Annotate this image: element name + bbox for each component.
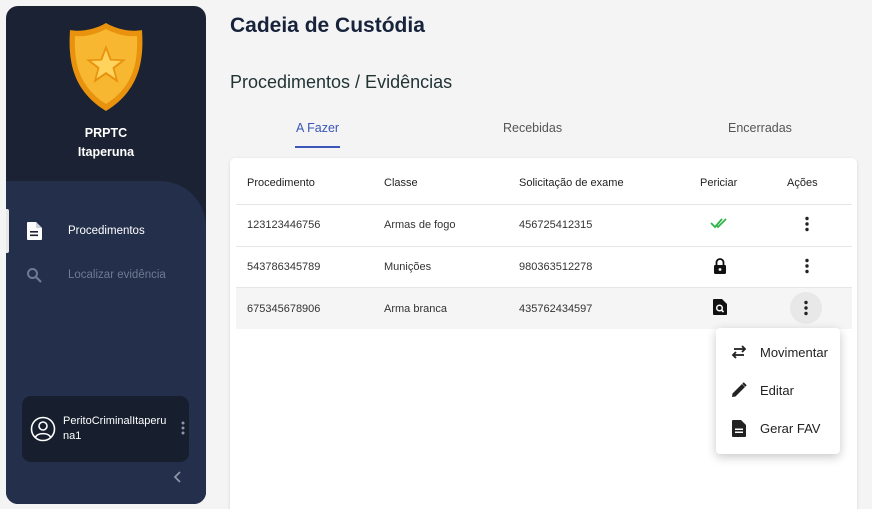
divider — [236, 204, 852, 205]
menu-item-gerar-fav[interactable]: Gerar FAV — [716, 409, 840, 447]
sidebar-header: PRPTC Itaperuna — [6, 6, 206, 184]
cell-solicitacao: 456725412315 — [519, 219, 593, 231]
menu-item-label: Editar — [760, 382, 794, 398]
cell-classe: Munições — [384, 261, 432, 273]
more-vertical-icon[interactable] — [180, 420, 186, 436]
column-header-procedimento: Procedimento — [247, 177, 315, 189]
pencil-icon — [730, 381, 748, 399]
more-vertical-icon[interactable] — [804, 216, 810, 232]
column-header-solicitacao: Solicitação de exame — [519, 177, 624, 189]
user-card[interactable]: PeritoCriminalItaperuna1 — [22, 396, 189, 462]
menu-item-label: Gerar FAV — [760, 420, 821, 436]
swap-arrows-icon — [730, 343, 748, 361]
menu-item-editar[interactable]: Editar — [716, 371, 840, 409]
police-badge-logo — [64, 20, 148, 114]
document-search-icon[interactable] — [713, 299, 727, 320]
menu-item-movimentar[interactable]: Movimentar — [716, 333, 840, 371]
tab-encerradas[interactable]: Encerradas — [728, 121, 792, 135]
tab-active-underline — [295, 146, 340, 148]
cell-procedimento: 675345678906 — [247, 303, 321, 315]
divider — [236, 246, 852, 247]
tab-a-fazer[interactable]: A Fazer — [296, 121, 339, 135]
search-icon — [24, 265, 44, 285]
sidebar-item-procedimentos[interactable]: Procedimentos — [6, 209, 206, 253]
column-header-acoes: Ações — [787, 177, 818, 189]
double-check-icon[interactable] — [710, 216, 730, 235]
sidebar-item-label: Localizar evidência — [68, 269, 166, 281]
org-name: PRPTC Itaperuna — [78, 124, 134, 162]
cell-solicitacao: 435762434597 — [519, 303, 593, 315]
user-name: PeritoCriminalItaperuna1 — [63, 415, 167, 442]
cell-solicitacao: 980363512278 — [519, 261, 593, 273]
sidebar-nav-panel: Procedimentos Localizar evidência Perito… — [6, 181, 206, 504]
chevron-left-icon[interactable] — [172, 470, 184, 484]
document-icon — [24, 221, 44, 241]
org-name-line1: PRPTC — [84, 126, 128, 140]
org-name-line2: Itaperuna — [77, 145, 135, 159]
cell-procedimento: 543786345789 — [247, 261, 321, 273]
row-actions-menu: Movimentar Editar Gerar FAV — [716, 328, 840, 454]
lock-icon[interactable] — [713, 258, 727, 279]
document-icon — [730, 419, 748, 437]
sidebar: PRPTC Itaperuna Procedimentos Localizar … — [6, 6, 206, 504]
breadcrumb: Procedimentos / Evidências — [230, 72, 453, 92]
active-indicator — [6, 209, 9, 253]
more-vertical-icon[interactable] — [804, 258, 810, 274]
menu-item-label: Movimentar — [760, 344, 828, 360]
page-title: Cadeia de Custódia — [230, 14, 425, 37]
cell-classe: Armas de fogo — [384, 219, 456, 231]
column-header-periciar: Periciar — [700, 177, 738, 189]
cell-procedimento: 123123446756 — [247, 219, 321, 231]
avatar-icon — [30, 416, 56, 442]
sidebar-item-localizar-evidencia[interactable]: Localizar evidência — [6, 253, 206, 297]
more-vertical-icon[interactable] — [803, 300, 809, 316]
column-header-classe: Classe — [384, 177, 418, 189]
cell-classe: Arma branca — [384, 303, 447, 315]
tab-recebidas[interactable]: Recebidas — [503, 121, 562, 135]
sidebar-item-label: Procedimentos — [68, 225, 145, 237]
